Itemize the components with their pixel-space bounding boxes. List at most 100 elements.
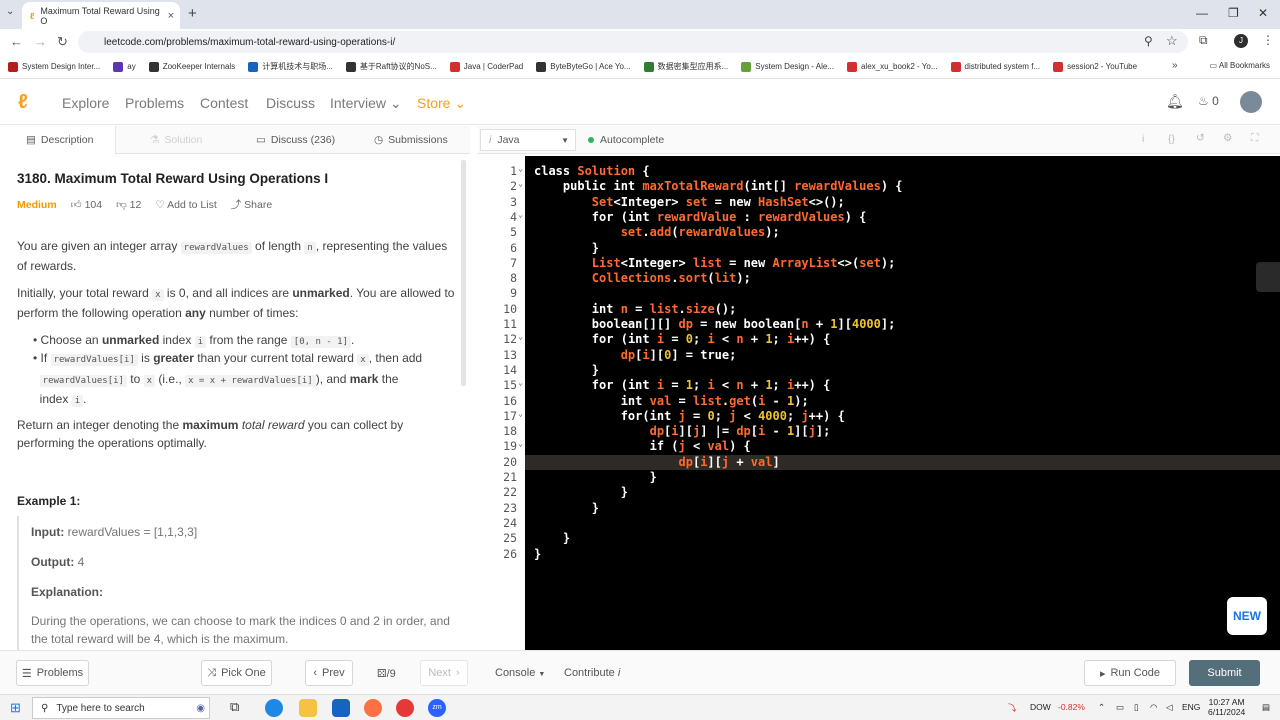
browser-tab[interactable]: ℓ Maximum Total Reward Using O × xyxy=(22,2,180,29)
bookmark-item[interactable]: ZooKeeper Internals xyxy=(148,61,235,72)
clock[interactable]: 10:27 AM 6/11/2024 xyxy=(1208,697,1245,717)
tab-search-icon[interactable]: ⌄ xyxy=(6,6,14,17)
volume-icon[interactable]: ◁ xyxy=(1166,702,1173,713)
wifi-icon[interactable]: ◠ xyxy=(1150,702,1157,713)
extensions-icon[interactable]: ⧉ xyxy=(1199,33,1208,48)
code-line[interactable]: boolean[][] dp = new boolean[n + 1][4000… xyxy=(534,317,896,331)
pick-one-button[interactable]: ⤨ Pick One xyxy=(201,660,272,686)
tab-solution[interactable]: ⚗ Solution xyxy=(150,134,202,146)
star-icon[interactable]: ☆ xyxy=(1166,33,1178,49)
bookmark-item[interactable]: alex_xu_book2 - Yo... xyxy=(846,61,938,72)
contribute-link[interactable]: Contribute i xyxy=(564,667,620,679)
bookmark-item[interactable]: 数据密集型应用系... xyxy=(643,61,728,72)
dow-label[interactable]: DOW xyxy=(1030,702,1051,712)
notifications-icon[interactable]: ▤ xyxy=(1262,702,1270,713)
code-line[interactable]: dp[i][j] |= dp[i - 1][j]; xyxy=(534,424,831,438)
battery-icon[interactable]: ▯ xyxy=(1134,702,1139,713)
code-line[interactable]: for (int rewardValue : rewardValues) { xyxy=(534,210,867,224)
bookmark-item[interactable]: ay xyxy=(113,61,136,72)
code-line[interactable]: } xyxy=(534,501,599,515)
code-editor[interactable]: class Solution { public int maxTotalRewa… xyxy=(525,156,1280,650)
streak-counter[interactable]: ♨ 0 xyxy=(1198,94,1219,108)
restore-icon[interactable]: ❐ xyxy=(1228,6,1239,20)
minimize-icon[interactable]: — xyxy=(1196,6,1208,20)
code-line[interactable]: dp[i][j + val] xyxy=(534,455,780,469)
side-panel-handle[interactable] xyxy=(1256,262,1280,292)
dow-change[interactable]: -0.82% xyxy=(1058,702,1085,712)
dislike-button[interactable]: 👎︎ 12 xyxy=(116,196,141,214)
code-line[interactable]: dp[i][0] = true; xyxy=(534,348,737,362)
reset-icon[interactable]: ↺ xyxy=(1196,132,1205,144)
back-icon[interactable]: ← xyxy=(10,34,23,49)
leetcode-logo-icon[interactable]: ℓ xyxy=(18,91,28,114)
code-line[interactable]: for (int i = 1; i < n + 1; i++) { xyxy=(534,378,831,392)
notification-bell-icon[interactable]: 🔔︎ xyxy=(1166,93,1184,110)
code-line[interactable]: class Solution { xyxy=(534,164,650,178)
tray-chevron-icon[interactable]: ⌃ xyxy=(1098,702,1105,713)
code-line[interactable]: Set<Integer> set = new HashSet<>(); xyxy=(534,195,845,209)
taskbar-search-input[interactable]: ⚲ Type here to search ◉ xyxy=(32,697,210,719)
task-view-icon[interactable]: ⧉ xyxy=(230,699,248,717)
bookmark-item[interactable]: ByteByteGo | Ace Yo... xyxy=(536,61,631,72)
code-line[interactable]: int val = list.get(i - 1); xyxy=(534,394,809,408)
bookmark-item[interactable]: 基于Raft协议的NoS... xyxy=(345,61,437,72)
code-line[interactable]: if (j < val) { xyxy=(534,439,751,453)
add-to-list-button[interactable]: ♡ Add to List xyxy=(155,196,216,214)
reload-icon[interactable]: ↻ xyxy=(57,34,68,50)
code-line[interactable]: } xyxy=(534,485,628,499)
prev-button[interactable]: ‹ Prev xyxy=(305,660,353,686)
close-tab-icon[interactable]: × xyxy=(168,10,174,22)
fullscreen-icon[interactable]: ⛶ xyxy=(1251,132,1258,145)
bookmark-item[interactable]: Java | CoderPad xyxy=(449,61,523,72)
bookmark-item[interactable]: distributed system f... xyxy=(950,61,1040,72)
fold-chevron-icon[interactable]: ⌄ xyxy=(518,164,523,173)
more-bookmarks-icon[interactable]: » xyxy=(1172,60,1178,71)
language-select[interactable]: i Java ▼ xyxy=(480,129,576,151)
like-button[interactable]: 👍︎ 104 xyxy=(71,196,102,214)
nav-discuss[interactable]: Discuss xyxy=(266,95,315,111)
code-line[interactable]: for (int i = 0; i < n + 1; i++) { xyxy=(534,332,831,346)
fold-chevron-icon[interactable]: ⌄ xyxy=(518,179,523,188)
profile-avatar[interactable]: J xyxy=(1234,34,1248,48)
tab-description[interactable]: ▤ Description xyxy=(26,134,93,146)
info-icon[interactable]: i xyxy=(1142,133,1144,145)
zoom-icon[interactable]: ⚲ xyxy=(1144,34,1153,48)
code-line[interactable]: int n = list.size(); xyxy=(534,302,737,316)
nav-problems[interactable]: Problems xyxy=(125,95,184,111)
user-avatar[interactable] xyxy=(1240,91,1262,113)
all-bookmarks[interactable]: ▭ All Bookmarks xyxy=(1210,61,1270,70)
submit-button[interactable]: Submit xyxy=(1189,660,1260,686)
new-feature-button[interactable]: NEW xyxy=(1227,597,1267,635)
page-indicator[interactable]: ⚄/9 xyxy=(377,667,396,680)
fold-chevron-icon[interactable]: ⌄ xyxy=(518,409,523,418)
code-line[interactable]: } xyxy=(534,241,599,255)
code-line[interactable]: } xyxy=(534,531,570,545)
code-line[interactable]: } xyxy=(534,470,657,484)
tab-discuss[interactable]: ▭ Discuss (236) xyxy=(256,134,335,146)
bookmark-item[interactable]: session2 - YouTube xyxy=(1053,61,1137,72)
language-indicator[interactable]: ENG xyxy=(1182,702,1200,712)
autocomplete-toggle[interactable]: Autocomplete xyxy=(588,134,664,146)
problems-list-button[interactable]: ☰ Problems xyxy=(16,660,89,686)
bookmark-item[interactable]: System Design Inter... xyxy=(8,61,100,72)
code-line[interactable]: set.add(rewardValues); xyxy=(534,225,780,239)
close-window-icon[interactable]: ✕ xyxy=(1258,6,1268,20)
code-line[interactable]: } xyxy=(534,363,599,377)
fold-chevron-icon[interactable]: ⌄ xyxy=(518,210,523,219)
edge-icon[interactable] xyxy=(265,699,283,717)
code-line[interactable]: List<Integer> list = new ArrayList<>(set… xyxy=(534,256,896,270)
nav-interview[interactable]: Interview ⌄ xyxy=(330,95,402,112)
share-button[interactable]: ⤴ Share xyxy=(231,196,272,214)
code-line[interactable]: for(int j = 0; j < 4000; j++) { xyxy=(534,409,845,423)
nav-store[interactable]: Store ⌄ xyxy=(417,95,466,112)
nav-explore[interactable]: Explore xyxy=(62,95,109,111)
file-explorer-icon[interactable] xyxy=(299,699,317,717)
code-line[interactable]: } xyxy=(534,547,541,561)
chrome-icon[interactable] xyxy=(396,699,414,717)
zoom-app-icon[interactable]: zm xyxy=(428,699,446,717)
fold-chevron-icon[interactable]: ⌄ xyxy=(518,439,523,448)
new-tab-icon[interactable]: + xyxy=(188,5,197,22)
forward-icon[interactable]: → xyxy=(34,34,47,49)
console-toggle[interactable]: Console ▼ xyxy=(495,667,545,679)
store-icon[interactable] xyxy=(332,699,350,717)
